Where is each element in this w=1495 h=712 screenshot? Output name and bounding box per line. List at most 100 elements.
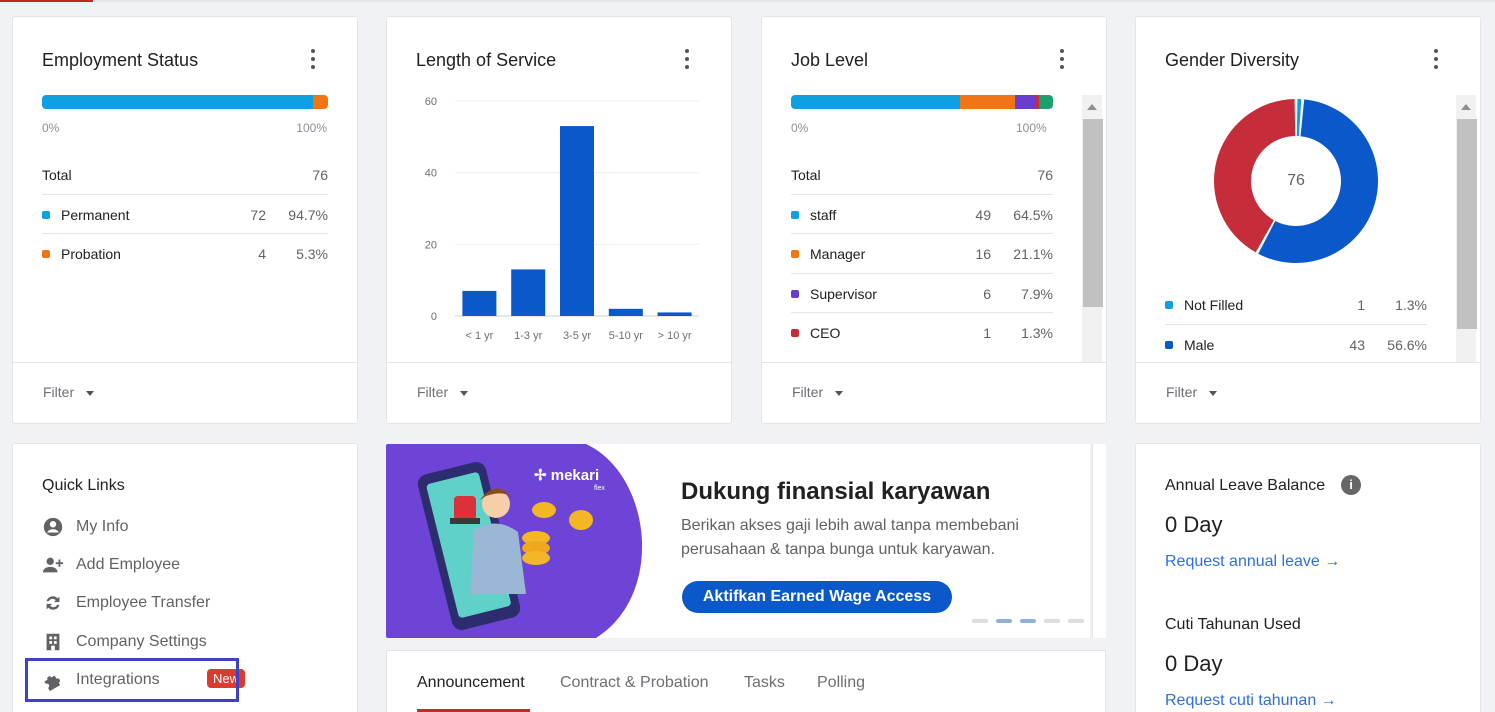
- quick-link-company-settings[interactable]: Company Settings: [42, 629, 302, 655]
- donut-center-value: 76: [1287, 172, 1305, 189]
- job-level-table: Total 76 staff 49 64.5% Manager 16 21.1%…: [791, 155, 1053, 353]
- integrations-highlight-box: [25, 658, 239, 702]
- total-value: 76: [312, 167, 328, 183]
- gender-table: Not Filled 1 1.3% Male 43 56.6%: [1165, 285, 1427, 364]
- annual-leave-value: 0 Day: [1165, 512, 1223, 537]
- carousel-dot[interactable]: [972, 619, 988, 623]
- bar[interactable]: [511, 269, 546, 316]
- quick-link-employee-transfer[interactable]: Employee Transfer: [42, 590, 302, 616]
- legend-row-male: Male 43 56.6%: [1165, 325, 1427, 365]
- legend-count: 49: [975, 206, 991, 223]
- top-progress-line: [0, 0, 1495, 2]
- legend-name: Not Filled: [1184, 297, 1244, 313]
- scrollbar-thumb[interactable]: [1457, 119, 1477, 329]
- more-options-icon[interactable]: [1428, 49, 1444, 71]
- legend-count: 16: [975, 246, 991, 262]
- carousel-dot[interactable]: [1068, 619, 1084, 623]
- bar[interactable]: [462, 290, 497, 316]
- legend-row-manager: Manager 16 21.1%: [791, 234, 1053, 274]
- bar[interactable]: [560, 126, 594, 316]
- donut-slice[interactable]: [1296, 99, 1302, 137]
- total-row: Total 76: [791, 155, 1053, 195]
- bar[interactable]: [608, 308, 643, 316]
- filter-dropdown[interactable]: Filter: [417, 384, 469, 400]
- filter-dropdown[interactable]: Filter: [792, 384, 844, 400]
- share-segment: [791, 95, 960, 109]
- share-segment: [1015, 95, 1036, 109]
- scale-min-label: 0%: [791, 121, 809, 135]
- total-value: 76: [1037, 167, 1053, 183]
- carousel-dot[interactable]: [996, 619, 1012, 623]
- bar[interactable]: [657, 312, 692, 316]
- employment-status-share-bar: [42, 95, 328, 109]
- carousel-dot[interactable]: [1044, 619, 1060, 623]
- scroll-up-arrow-icon[interactable]: [1087, 104, 1097, 110]
- legend-row-staff: staff 49 64.5%: [791, 195, 1053, 234]
- legend-name: Supervisor: [810, 285, 877, 302]
- carousel-dots: [972, 619, 1084, 623]
- scrollbar[interactable]: [1082, 95, 1103, 363]
- info-icon[interactable]: i: [1341, 475, 1361, 495]
- job-level-card: Job Level 0% 100% Total 76 staff 49 64.5…: [761, 16, 1107, 424]
- caret-down-icon: [1209, 390, 1218, 396]
- total-label: Total: [42, 167, 72, 183]
- scrollbar[interactable]: [1456, 95, 1477, 363]
- filter-dropdown[interactable]: Filter: [43, 384, 95, 400]
- x-tick-label: 1-3 yr: [514, 330, 542, 342]
- cuti-tahunan-title: Cuti Tahunan Used: [1165, 616, 1301, 633]
- caret-down-icon: [460, 390, 469, 396]
- scale-max-label: 100%: [1016, 121, 1047, 135]
- employment-status-table: Total 76 Permanent 72 94.7% Probation 4 …: [42, 155, 328, 274]
- legend-name: Manager: [810, 246, 866, 262]
- share-segment: [312, 95, 328, 109]
- tab-tasks[interactable]: Tasks: [744, 674, 785, 692]
- earned-wage-access-button[interactable]: Aktifkan Earned Wage Access: [682, 581, 952, 613]
- length-of-service-chart: 0 20 40 60 < 1 yr 1-3 yr 3-5 yr 5-10 yr > 10 yr: [425, 96, 699, 342]
- brand-sub-text: flex: [594, 485, 605, 492]
- y-tick-label: 20: [425, 239, 437, 251]
- total-label: Total: [791, 167, 821, 183]
- info-tabs-card: Announcement Contract & Probation Tasks …: [386, 650, 1106, 712]
- banner-title: Dukung finansial karyawan: [681, 478, 991, 505]
- legend-pct: 64.5%: [1013, 206, 1053, 223]
- legend-dot: [42, 210, 50, 219]
- employment-status-card: Employment Status 0% 100% Total 76 Perma…: [12, 16, 358, 424]
- more-options-icon[interactable]: [305, 49, 321, 71]
- more-options-icon[interactable]: [1054, 49, 1070, 71]
- add-person-icon: [42, 557, 64, 573]
- quick-link-add-employee[interactable]: Add Employee: [42, 552, 302, 578]
- tab-announcement[interactable]: Announcement: [417, 674, 525, 692]
- quick-link-my-info[interactable]: My Info: [42, 514, 302, 540]
- scroll-up-arrow-icon[interactable]: [1461, 104, 1471, 110]
- card-title: Job Level: [791, 50, 869, 70]
- request-annual-leave-link[interactable]: Request annual leave →: [1165, 553, 1340, 571]
- x-tick-label: 3-5 yr: [563, 330, 591, 342]
- legend-dot: [1165, 340, 1173, 349]
- tab-polling[interactable]: Polling: [817, 674, 865, 692]
- carousel-dot[interactable]: [1020, 619, 1036, 623]
- tab-contract-probation[interactable]: Contract & Probation: [560, 674, 709, 692]
- request-cuti-tahunan-link[interactable]: Request cuti tahunan →: [1165, 692, 1337, 710]
- quick-link-label: Employee Transfer: [76, 594, 211, 611]
- filter-label: Filter: [792, 384, 824, 400]
- promo-banner[interactable]: ✢ mekari flex Dukung finansial karyawan …: [386, 444, 1090, 638]
- building-icon: [46, 633, 60, 651]
- share-segment: [42, 95, 313, 109]
- scrollbar-thumb[interactable]: [1083, 119, 1103, 307]
- cuti-tahunan-value: 0 Day: [1165, 651, 1223, 676]
- legend-pct: 1.3%: [1021, 325, 1053, 341]
- legend-dot: [1165, 301, 1173, 309]
- legend-dot: [791, 250, 799, 258]
- legend-dot: [791, 289, 799, 298]
- filter-label: Filter: [1166, 384, 1198, 400]
- account-circle-icon: [43, 517, 63, 537]
- legend-row-not-filled: Not Filled 1 1.3%: [1165, 285, 1427, 325]
- legend-row-probation: Probation 4 5.3%: [42, 234, 328, 274]
- card-footer: Filter: [1136, 362, 1480, 423]
- legend-count: 72: [250, 206, 266, 223]
- annual-leave-title: Annual Leave Balance: [1165, 477, 1326, 494]
- card-footer: Filter: [13, 362, 357, 423]
- legend-name: Probation: [61, 246, 121, 262]
- filter-dropdown[interactable]: Filter: [1166, 384, 1218, 400]
- legend-dot: [791, 210, 799, 219]
